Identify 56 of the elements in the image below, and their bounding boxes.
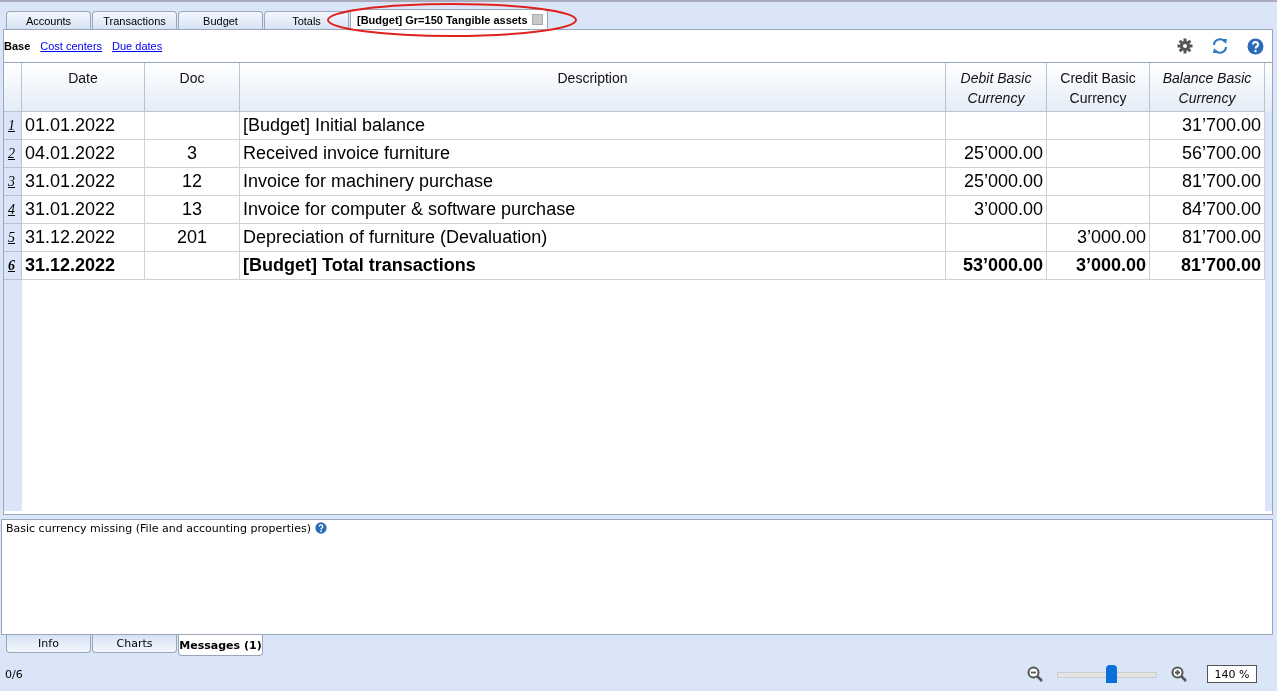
table-cell: Depreciation of furniture (Devaluation) [240,224,946,252]
table-cell: 25’000.00 [946,168,1047,196]
view-link[interactable]: Due dates [112,40,163,52]
tab[interactable]: [Budget] Gr=150 Tangible assets [350,9,548,29]
table-cell: 81’700.00 [1150,168,1265,196]
table-cell: [Budget] Initial balance [240,112,946,140]
help-icon[interactable] [1247,37,1264,55]
tab[interactable]: Charts [92,635,177,653]
row-number[interactable]: 2 [4,140,22,168]
table-cell: 31.01.2022 [22,196,145,224]
table-cell: 81’700.00 [1150,252,1265,280]
row-counter: 0/6 [5,667,23,681]
table-cell: Received invoice furniture [240,140,946,168]
table-cell: 01.01.2022 [22,112,145,140]
help-icon[interactable] [314,522,327,534]
tab[interactable]: Transactions [92,11,177,29]
row-number[interactable]: 6 [4,252,22,280]
table-cell: 56’700.00 [1150,140,1265,168]
table-cell: 3’000.00 [1047,252,1150,280]
table-cell: 3’000.00 [1047,224,1150,252]
zoom-field[interactable]: 140 % [1207,665,1257,683]
table-cell: Invoice for computer & software purchase [240,196,946,224]
row-number[interactable]: 4 [4,196,22,224]
row-number[interactable]: 1 [4,112,22,140]
table-cell: 81’700.00 [1150,224,1265,252]
table-cell: 53’000.00 [946,252,1047,280]
table-cell: 31’700.00 [1150,112,1265,140]
table-cell: 12 [145,168,240,196]
table-cell: 3’000.00 [946,196,1047,224]
refresh-icon[interactable] [1211,37,1229,55]
settings-icon[interactable] [1177,38,1193,54]
table-cell: 201 [145,224,240,252]
table-cell: 25’000.00 [946,140,1047,168]
table-cell: Invoice for machinery purchase [240,168,946,196]
zoom-slider[interactable] [1057,665,1157,683]
view-link[interactable]: Base [4,40,31,52]
table-cell: 31.12.2022 [22,224,145,252]
view-link[interactable]: Cost centers [40,40,103,52]
row-number[interactable]: 3 [4,168,22,196]
tab[interactable]: Accounts [6,11,91,29]
zoom-in-icon[interactable] [1171,666,1187,682]
row-number[interactable]: 5 [4,224,22,252]
table-cell: 04.01.2022 [22,140,145,168]
table-cell: 31.12.2022 [22,252,145,280]
message-text: Basic currency missing (File and accounting properties) [6,522,311,535]
table-cell: [Budget] Total transactions [240,252,946,280]
tab[interactable]: Messages (1) [178,635,263,656]
zoom-out-icon[interactable] [1027,666,1043,682]
table-cell: 3 [145,140,240,168]
tab[interactable]: Totals [264,11,349,29]
tab[interactable]: Budget [178,11,263,29]
table-cell: 13 [145,196,240,224]
table-cell: 84’700.00 [1150,196,1265,224]
slider-thumb[interactable] [1106,665,1117,683]
tab[interactable]: Info [6,635,91,653]
table-cell: 31.01.2022 [22,168,145,196]
